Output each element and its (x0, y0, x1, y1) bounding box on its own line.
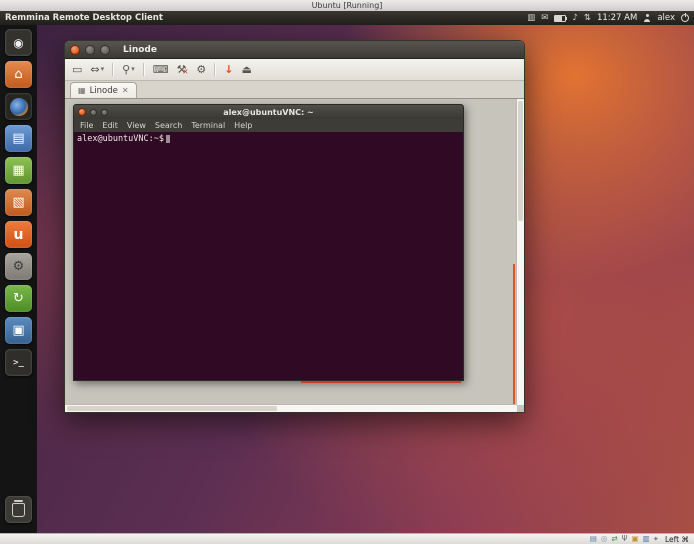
scale-icon: ⚲ (122, 64, 130, 75)
host-key-indicator: Left ⌘ (665, 535, 689, 544)
launcher-item-trash[interactable] (5, 496, 32, 523)
chevron-down-icon: ▾ (101, 66, 105, 73)
launcher-item-dash-home[interactable]: ◉ (5, 29, 32, 56)
remmina-icon: ▣ (12, 323, 24, 338)
vm-window-title: Ubuntu [Running] (312, 1, 383, 10)
backup-icon: ↻ (13, 291, 24, 306)
shared-folders-icon[interactable]: ▣ (632, 535, 639, 543)
home-icon: ⌂ (14, 67, 22, 82)
terminal-prompt: alex@ubuntuVNC:~$ (77, 134, 164, 144)
remote-desktop-view[interactable]: alex@ubuntuVNC: ~ File Edit View Search … (65, 98, 524, 412)
power-icon[interactable] (681, 14, 689, 22)
maximize-button[interactable] (100, 45, 110, 55)
impress-icon: ▧ (12, 195, 24, 210)
remote-desktop-indicator-icon[interactable]: ▥ (527, 14, 535, 23)
fullscreen-button[interactable]: ⇔ ▾ (90, 64, 104, 75)
toolbar-separator (112, 63, 114, 76)
tools-button[interactable]: ⚒ ✕ (177, 64, 189, 76)
toolbar-separator (143, 63, 145, 76)
firefox-icon (10, 98, 28, 116)
unity-launcher: ◉ ⌂ ▤ ▦ ▧ u ⚙ ↻ ▣ >_ (0, 25, 37, 534)
launcher-item-home-folder[interactable]: ⌂ (5, 61, 32, 88)
window-title: Linode (123, 45, 157, 55)
minimize-to-tray-button[interactable]: ↓ (224, 64, 233, 75)
launcher-item-libreoffice-writer[interactable]: ▤ (5, 125, 32, 152)
remmina-window: Linode ▭ ⇔ ▾ ⚲ ▾ ⌨ ⚒ ✕ ⚙ ↓ ⏏ (64, 40, 525, 413)
red-x-icon: ✕ (182, 69, 188, 76)
horizontal-scrollbar-thumb[interactable] (67, 406, 277, 411)
remote-wallpaper-strip-vertical (513, 264, 515, 404)
software-center-icon: u (14, 227, 24, 243)
tab-label: Linode (90, 86, 118, 96)
ubuntu-logo-icon: ◉ (13, 36, 23, 50)
remote-terminal-window[interactable]: alex@ubuntuVNC: ~ File Edit View Search … (73, 104, 464, 381)
minimize-button[interactable] (85, 45, 95, 55)
user-menu[interactable]: alex (657, 13, 675, 23)
mail-indicator-icon[interactable]: ✉ (541, 14, 548, 23)
vbox-statusbar: ▤ ◎ ⇄ Ψ ▣ ▥ ⌖ Left ⌘ (0, 533, 694, 544)
remmina-toolbar: ▭ ⇔ ▾ ⚲ ▾ ⌨ ⚒ ✕ ⚙ ↓ ⏏ (65, 59, 524, 81)
vertical-scrollbar-thumb[interactable] (518, 101, 523, 221)
menu-terminal[interactable]: Terminal (191, 121, 225, 130)
menu-view[interactable]: View (127, 121, 146, 130)
launcher-item-libreoffice-impress[interactable]: ▧ (5, 189, 32, 216)
calc-icon: ▦ (12, 163, 24, 178)
horizontal-scrollbar[interactable] (65, 404, 517, 412)
monitor-icon: ▦ (78, 86, 86, 95)
tab-bar: ▦ Linode ✕ (65, 81, 524, 98)
trash-icon (12, 503, 25, 517)
scale-button[interactable]: ⚲ ▾ (122, 64, 135, 75)
launcher-item-system-settings[interactable]: ⚙ (5, 253, 32, 280)
terminal-close-button[interactable] (78, 108, 86, 116)
menu-help[interactable]: Help (234, 121, 252, 130)
terminal-minimize-button[interactable] (90, 109, 97, 116)
launcher-item-software-center[interactable]: u (5, 221, 32, 248)
vertical-scrollbar[interactable] (516, 99, 524, 405)
launcher-item-terminal[interactable]: >_ (5, 349, 32, 376)
launcher-item-libreoffice-calc[interactable]: ▦ (5, 157, 32, 184)
terminal-cursor (166, 135, 170, 143)
tab-linode[interactable]: ▦ Linode ✕ (70, 82, 137, 98)
gear-icon: ⚙ (13, 259, 25, 274)
volume-indicator-icon[interactable]: ♪ (572, 14, 577, 23)
tab-close-icon[interactable]: ✕ (122, 86, 129, 95)
terminal-titlebar[interactable]: alex@ubuntuVNC: ~ (73, 104, 464, 119)
launcher-item-remmina[interactable]: ▣ (5, 317, 32, 344)
remote-wallpaper-strip-horizontal (301, 381, 461, 383)
terminal-maximize-button[interactable] (101, 109, 108, 116)
fit-window-button[interactable]: ▭ (72, 64, 82, 75)
remmina-titlebar[interactable]: Linode (65, 41, 524, 59)
mouse-integration-icon[interactable]: ⌖ (654, 535, 658, 543)
grab-keyboard-button[interactable]: ⌨ (153, 64, 169, 75)
hard-disk-icon[interactable]: ▤ (590, 535, 597, 543)
top-panel: Remmina Remote Desktop Client ▥ ✉ ♪ ⇅ 11… (0, 11, 694, 25)
launcher-item-backup-utility[interactable]: ↻ (5, 285, 32, 312)
terminal-title: alex@ubuntuVNC: ~ (74, 108, 463, 117)
launcher-item-firefox[interactable] (5, 93, 32, 120)
preferences-button[interactable]: ⚙ (196, 64, 206, 75)
virtualbox-window: Ubuntu [Running] Remmina Remote Desktop … (0, 0, 694, 544)
terminal-menubar: File Edit View Search Terminal Help (73, 119, 464, 132)
fullscreen-icon: ⇔ (90, 64, 99, 75)
close-button[interactable] (70, 45, 80, 55)
clock[interactable]: 11:27 AM (597, 13, 637, 23)
battery-indicator-icon[interactable] (554, 15, 566, 22)
menu-edit[interactable]: Edit (102, 121, 118, 130)
writer-icon: ▤ (12, 131, 24, 146)
menu-file[interactable]: File (80, 121, 93, 130)
terminal-icon: >_ (13, 358, 24, 368)
indicator-area: ▥ ✉ ♪ ⇅ 11:27 AM alex (527, 13, 689, 23)
menu-search[interactable]: Search (155, 121, 182, 130)
toolbar-separator (214, 63, 216, 76)
user-icon (643, 14, 651, 22)
disconnect-button[interactable]: ⏏ (241, 64, 251, 75)
active-app-title: Remmina Remote Desktop Client (5, 13, 163, 23)
terminal-body[interactable]: alex@ubuntuVNC:~$ (73, 132, 464, 381)
sync-indicator-icon[interactable]: ⇅ (584, 14, 591, 23)
display-icon[interactable]: ▥ (643, 535, 650, 543)
network-icon[interactable]: ⇄ (611, 535, 617, 543)
usb-icon[interactable]: Ψ (622, 535, 628, 543)
chevron-down-icon: ▾ (131, 66, 135, 73)
optical-disk-icon[interactable]: ◎ (601, 535, 608, 543)
